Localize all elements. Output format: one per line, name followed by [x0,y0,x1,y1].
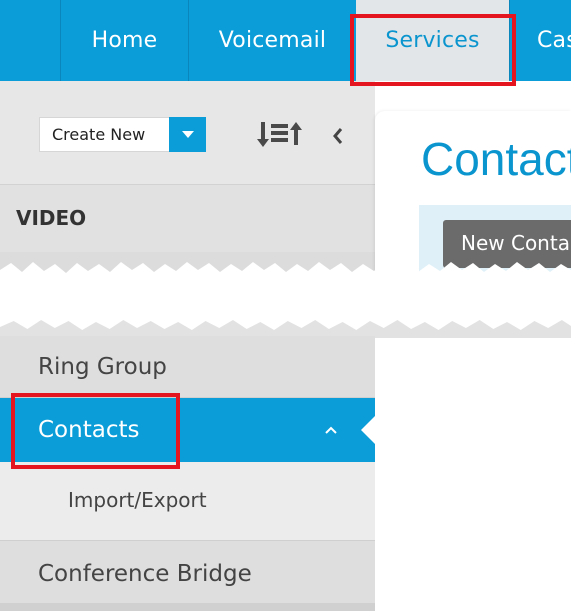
tear-edge-top [0,262,571,290]
sidebar-item-conference-bridge[interactable]: Conference Bridge [0,541,375,607]
active-pointer [361,416,375,444]
highlight-services [350,14,516,86]
page-title: Contact [421,133,571,185]
sidebar-section-video[interactable]: VIDEO [0,184,375,252]
tear-edge-bottom [0,320,571,338]
sidebar-item-ring-group[interactable]: Ring Group [0,336,375,398]
sidebar-subitem-label: Import/Export [68,488,207,512]
chevron-left-icon[interactable] [331,127,345,145]
nav-tab-cas[interactable]: Cas [510,0,571,81]
create-new-dropdown[interactable]: Create New [39,117,206,152]
sidebar-subitem-import-export[interactable]: Import/Export [0,462,375,541]
nav-tab-home[interactable]: Home [61,0,188,81]
create-new-label: Create New [52,125,146,144]
highlight-contacts [11,393,180,469]
sidebar-item-label: Conference Bridge [38,561,252,587]
chevron-up-icon[interactable] [324,424,338,436]
create-new-toggle[interactable] [169,117,206,152]
sidebar-divider [0,603,375,611]
section-label: VIDEO [16,206,87,230]
nav-tab-voicemail[interactable]: Voicemail [189,0,356,81]
triangle-down-icon [181,131,194,138]
tear-gap [0,288,571,322]
sort-icon[interactable] [256,118,306,150]
sidebar-item-label: Ring Group [38,353,167,380]
